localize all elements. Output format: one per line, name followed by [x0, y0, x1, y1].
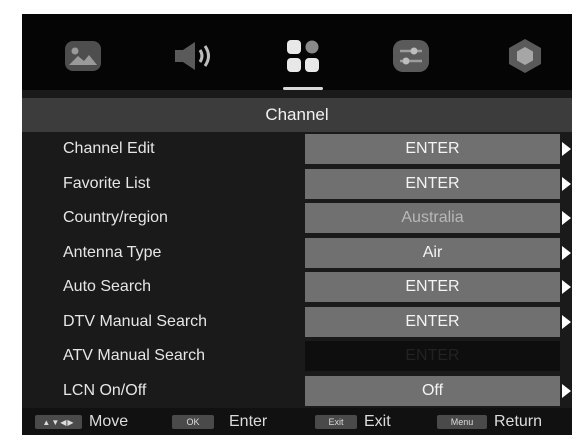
row-value: ENTER	[305, 341, 560, 371]
row-label: Favorite List	[63, 174, 151, 192]
arrow-right-icon	[562, 280, 571, 294]
ok-key-badge: OK	[172, 415, 214, 429]
menu-row-auto-search[interactable]: Auto Search ENTER	[22, 270, 572, 305]
move-key-badge: ▲▼◀▶	[35, 415, 82, 429]
row-value[interactable]: ENTER	[305, 134, 560, 164]
arrow-right-icon	[562, 176, 571, 191]
arrow-right-icon	[562, 245, 571, 260]
return-hint-label: Return	[494, 413, 543, 430]
tab-channel[interactable]	[277, 30, 329, 90]
menu-key-badge: Menu	[437, 415, 487, 429]
arrow-right-icon	[562, 314, 571, 329]
move-hint-label: Move	[89, 413, 129, 430]
selected-tab-indicator	[283, 87, 323, 90]
row-value[interactable]: Air	[305, 237, 560, 268]
row-value[interactable]: ENTER	[305, 272, 560, 302]
row-value[interactable]: Australia	[305, 203, 560, 233]
enter-hint-label: Enter	[229, 413, 268, 430]
exit-hint-label: Exit	[364, 413, 391, 430]
arrow-right-icon	[562, 142, 571, 156]
row-label: Antenna Type	[63, 243, 162, 261]
row-value[interactable]: Off	[305, 375, 560, 406]
row-label: DTV Manual Search	[63, 312, 208, 330]
arrow-right-icon	[562, 383, 571, 398]
arrow-right-icon	[562, 211, 571, 225]
lock-hexagon-icon	[506, 38, 544, 74]
menu-row-channel-edit[interactable]: Channel Edit ENTER	[22, 132, 572, 167]
row-label: Country/region	[63, 209, 168, 226]
picture-icon	[64, 40, 102, 72]
row-label: LCN On/Off	[63, 381, 147, 399]
row-label: Channel Edit	[63, 140, 155, 157]
settings-sliders-icon	[392, 39, 430, 73]
row-label: ATV Manual Search	[63, 347, 205, 364]
row-value[interactable]: ENTER	[305, 168, 560, 199]
menu-row-lcn-on-off[interactable]: LCN On/Off Off	[22, 374, 572, 409]
row-value[interactable]: ENTER	[305, 306, 560, 337]
channel-icon	[285, 38, 321, 74]
menu-row-country-region[interactable]: Country/region Australia	[22, 201, 572, 236]
key-hint-bar: ▲▼◀▶ Move OK Enter Exit Exit Menu Return	[22, 408, 572, 435]
tab-settings[interactable]	[385, 30, 437, 82]
exit-key-badge: Exit	[315, 415, 357, 429]
menu-tab-bar	[22, 14, 572, 90]
menu-list: Channel Edit ENTER Favorite List ENTER C…	[22, 132, 572, 408]
menu-row-favorite-list[interactable]: Favorite List ENTER	[22, 167, 572, 202]
row-label: Auto Search	[63, 278, 152, 295]
tab-picture[interactable]	[57, 30, 109, 82]
menu-row-dtv-manual-search[interactable]: DTV Manual Search ENTER	[22, 305, 572, 340]
menu-row-antenna-type[interactable]: Antenna Type Air	[22, 236, 572, 271]
menu-row-atv-manual-search[interactable]: ATV Manual Search ENTER	[22, 339, 572, 374]
tab-sound[interactable]	[170, 30, 222, 82]
menu-title: Channel	[22, 98, 572, 132]
tv-menu-screen: Channel Channel Edit ENTER Favorite List…	[22, 14, 572, 435]
sound-icon	[173, 40, 219, 72]
tab-lock[interactable]	[499, 30, 551, 82]
